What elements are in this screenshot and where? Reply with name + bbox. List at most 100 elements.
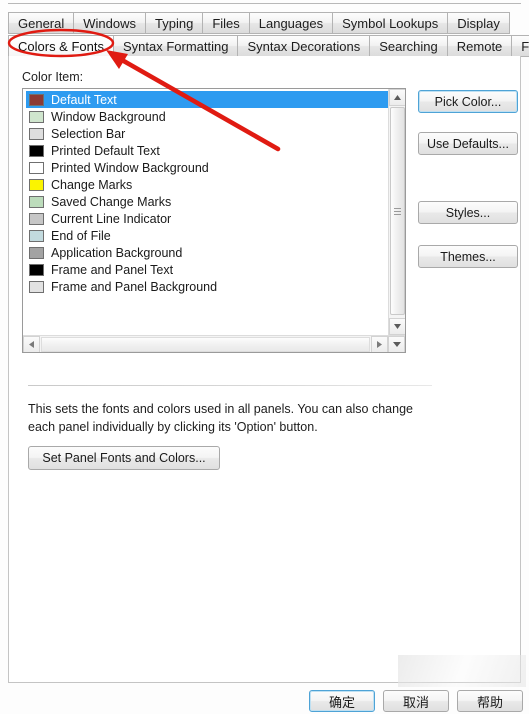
color-swatch — [29, 263, 44, 276]
color-swatch — [29, 212, 44, 225]
horizontal-scrollbar-end-icon[interactable] — [388, 335, 405, 352]
description-line-2: each panel individually by clicking its … — [28, 420, 318, 434]
tab-label: Syntax Decorations — [247, 38, 361, 54]
vertical-scrollbar[interactable] — [388, 89, 405, 335]
tab-files[interactable]: Files — [203, 12, 250, 34]
tab-label: Languages — [258, 15, 324, 31]
color-item-list: Default Text Window Background Selection… — [23, 89, 388, 335]
tab-label: Remote — [456, 38, 503, 54]
tab-strip: General Windows Typing Files Languages S… — [8, 12, 529, 57]
color-swatch — [29, 229, 44, 242]
list-item[interactable]: Default Text — [26, 91, 388, 108]
list-item[interactable]: Printed Window Background — [26, 159, 388, 176]
scroll-left-icon[interactable] — [23, 335, 40, 352]
help-button[interactable]: 帮助 — [457, 690, 523, 712]
list-item[interactable]: Frame and Panel Text — [26, 261, 388, 278]
button-label: 确定 — [328, 694, 355, 710]
tab-searching[interactable]: Searching — [370, 35, 448, 57]
tab-languages[interactable]: Languages — [249, 12, 334, 34]
tab-syntax-decorations[interactable]: Syntax Decorations — [238, 35, 371, 57]
list-item[interactable]: Current Line Indicator — [26, 210, 388, 227]
button-label: 取消 — [402, 694, 429, 710]
color-item-label: Color Item: — [22, 70, 84, 84]
tab-colors-and-fonts[interactable]: Colors & Fonts — [8, 35, 114, 57]
color-item-listbox[interactable]: Default Text Window Background Selection… — [22, 88, 406, 353]
list-item[interactable]: Saved Change Marks — [26, 193, 388, 210]
tab-label: Display — [457, 15, 500, 31]
button-label: Use Defaults... — [427, 136, 509, 151]
pick-color-button[interactable]: Pick Color... — [418, 90, 518, 113]
list-item[interactable]: End of File — [26, 227, 388, 244]
button-label: Set Panel Fonts and Colors... — [42, 451, 206, 465]
window-top-divider — [8, 3, 521, 4]
horizontal-scrollbar[interactable] — [23, 335, 405, 352]
tab-row-secondary: Colors & Fonts Syntax Formatting Syntax … — [8, 35, 529, 57]
tab-label: Symbol Lookups — [342, 15, 439, 31]
tab-row-primary: General Windows Typing Files Languages S… — [8, 12, 529, 34]
tab-syntax-formatting[interactable]: Syntax Formatting — [113, 35, 239, 57]
tab-label: Typing — [155, 15, 194, 31]
tab-typing[interactable]: Typing — [146, 12, 204, 34]
set-panel-fonts-and-colors-button[interactable]: Set Panel Fonts and Colors... — [28, 446, 220, 470]
list-item-label: End of File — [51, 228, 111, 243]
tab-label: Windows — [83, 15, 136, 31]
color-swatch — [29, 280, 44, 293]
tab-windows[interactable]: Windows — [74, 12, 146, 34]
tab-label: Files — [212, 15, 240, 31]
tab-label: General — [18, 15, 65, 31]
cancel-button[interactable]: 取消 — [383, 690, 449, 712]
use-defaults-button[interactable]: Use Defaults... — [418, 132, 518, 155]
list-item[interactable]: Frame and Panel Background — [26, 278, 388, 295]
list-item-label: Frame and Panel Background — [51, 279, 218, 294]
tab-label: Searching — [379, 38, 438, 54]
description-text: This sets the fonts and colors used in a… — [28, 400, 432, 436]
button-label: Styles... — [445, 205, 491, 220]
scroll-down-icon[interactable] — [389, 318, 405, 335]
color-swatch — [29, 144, 44, 157]
tab-general[interactable]: General — [8, 12, 75, 34]
description-line-1: This sets the fonts and colors used in a… — [28, 402, 413, 416]
tab-remote[interactable]: Remote — [447, 35, 513, 57]
scroll-up-icon[interactable] — [389, 89, 405, 106]
list-item[interactable]: Window Background — [26, 108, 388, 125]
color-swatch — [29, 110, 44, 123]
tab-folders[interactable]: Folders — [512, 35, 529, 57]
color-swatch — [29, 93, 44, 106]
section-divider — [28, 385, 432, 386]
styles-button[interactable]: Styles... — [418, 201, 518, 224]
list-item-label: Printed Window Background — [51, 160, 209, 175]
color-swatch — [29, 127, 44, 140]
list-item[interactable]: Application Background — [26, 244, 388, 261]
preferences-dialog: General Windows Typing Files Languages S… — [0, 0, 529, 714]
tab-label: Colors & Fonts — [18, 38, 104, 54]
horizontal-scroll-thumb[interactable] — [41, 336, 370, 352]
vertical-scroll-thumb[interactable] — [390, 107, 405, 315]
button-label: Pick Color... — [434, 94, 502, 109]
list-item-label: Default Text — [51, 92, 117, 107]
list-item-label: Change Marks — [51, 177, 133, 192]
list-item-label: Current Line Indicator — [51, 211, 172, 226]
color-swatch — [29, 178, 44, 191]
list-item[interactable]: Change Marks — [26, 176, 388, 193]
tab-label: Folders — [521, 38, 529, 54]
themes-button[interactable]: Themes... — [418, 245, 518, 268]
color-swatch — [29, 161, 44, 174]
tab-display[interactable]: Display — [448, 12, 510, 34]
tab-symbol-lookups[interactable]: Symbol Lookups — [333, 12, 449, 34]
list-item-label: Window Background — [51, 109, 166, 124]
color-swatch — [29, 246, 44, 259]
list-item-label: Saved Change Marks — [51, 194, 172, 209]
list-item[interactable]: Printed Default Text — [26, 142, 388, 159]
tab-label: Syntax Formatting — [122, 38, 229, 54]
button-label: Themes... — [440, 249, 496, 264]
ok-button[interactable]: 确定 — [309, 690, 375, 712]
list-item-label: Application Background — [51, 245, 183, 260]
list-item-label: Frame and Panel Text — [51, 262, 174, 277]
list-item-label: Printed Default Text — [51, 143, 160, 158]
list-item-label: Selection Bar — [51, 126, 126, 141]
scroll-grip-icon — [394, 206, 401, 217]
scroll-right-icon[interactable] — [371, 335, 388, 352]
list-item[interactable]: Selection Bar — [26, 125, 388, 142]
button-label: 帮助 — [476, 694, 503, 710]
color-swatch — [29, 195, 44, 208]
